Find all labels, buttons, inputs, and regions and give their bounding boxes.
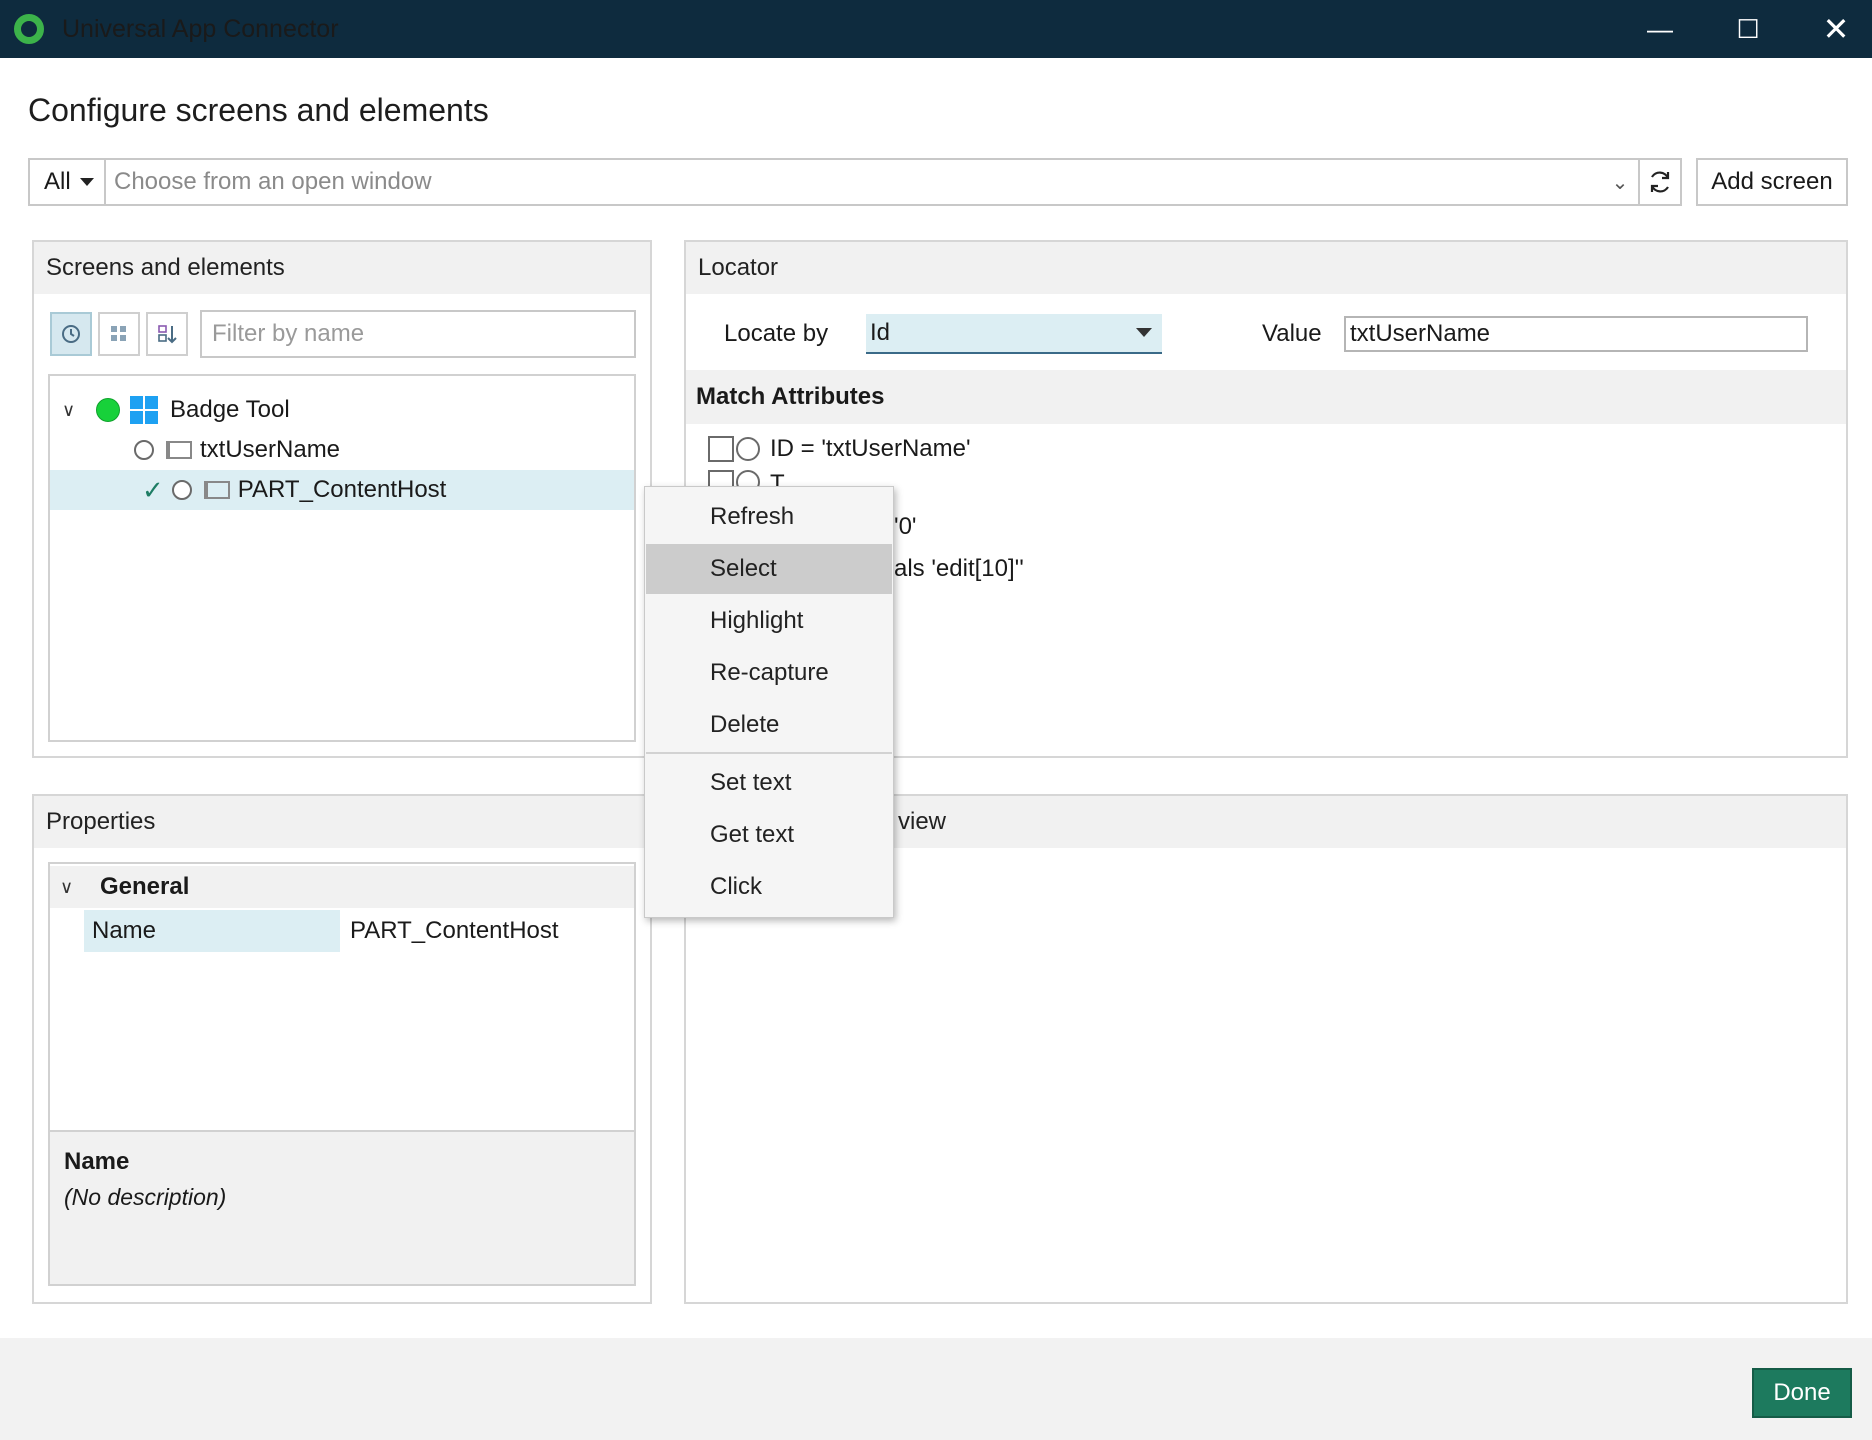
caret-down-icon [79, 178, 94, 186]
category-label: General [100, 873, 190, 900]
tree-item-label: PART_ContentHost [237, 476, 447, 503]
menu-item-highlight[interactable]: Highlight [646, 596, 892, 646]
description-title: Name [64, 1148, 130, 1175]
element-icon [166, 441, 192, 459]
app-logo-icon [14, 14, 44, 44]
screens-elements-header: Screens and elements [34, 242, 650, 294]
chevron-down-icon[interactable]: ∨ [60, 877, 84, 898]
close-button[interactable]: ✕ [1792, 0, 1872, 58]
value-input[interactable]: txtUserName [1344, 316, 1808, 352]
properties-header: Properties [34, 796, 650, 848]
value-label: Value [1262, 320, 1322, 347]
chevron-down-icon[interactable]: ⌄ [1604, 166, 1636, 198]
menu-item-delete[interactable]: Delete [646, 700, 892, 750]
radio-icon[interactable] [736, 437, 760, 461]
tree-item-part-contenthost[interactable]: ✓ PART_ContentHost [50, 470, 634, 510]
menu-item-recapture[interactable]: Re-capture [646, 648, 892, 698]
sort-az-icon [158, 325, 177, 344]
category-general[interactable]: ∨ General [50, 866, 634, 908]
attribute-label: als 'edit[10]'' [894, 555, 1024, 582]
filter-by-name-input[interactable]: Filter by name [200, 310, 636, 358]
menu-item-get-text[interactable]: Get text [646, 810, 892, 860]
sort-button[interactable] [146, 312, 188, 356]
attribute-row[interactable]: ID = 'txtUserName' [708, 432, 1028, 466]
group-view-button[interactable] [98, 312, 140, 356]
tree-item-txtusername[interactable]: txtUserName [50, 430, 634, 470]
locate-by-label: Locate by [724, 320, 829, 347]
property-name-label: Name [84, 910, 340, 952]
window-title: Universal App Connector [62, 15, 339, 43]
match-attributes-header: Match Attributes [686, 370, 1846, 424]
tree-item-label: Badge Tool [170, 396, 290, 423]
maximize-button[interactable]: ☐ [1704, 0, 1792, 58]
refresh-windows-button[interactable] [1640, 158, 1682, 206]
locator-header: Locator [686, 242, 1846, 294]
element-icon [203, 481, 230, 499]
scope-dropdown-value: All [44, 168, 71, 195]
scope-dropdown[interactable]: All [28, 158, 104, 206]
tree-item-label: txtUserName [200, 436, 341, 463]
minimize-button[interactable]: — [1616, 0, 1704, 58]
checkbox[interactable] [708, 436, 734, 462]
add-screen-button[interactable]: Add screen [1696, 158, 1848, 206]
menu-item-select[interactable]: Select [646, 544, 892, 594]
attribute-label: ID = 'txtUserName' [770, 435, 971, 462]
status-dot-icon [96, 398, 120, 422]
locate-by-dropdown[interactable]: Id [866, 314, 1162, 354]
preview-header-label: view [898, 808, 947, 835]
radio-icon[interactable] [134, 440, 154, 460]
menu-item-click[interactable]: Click [646, 862, 892, 912]
menu-separator [646, 752, 892, 754]
attribute-row-partial[interactable]: als 'edit[10]'' [894, 552, 1094, 586]
menu-item-set-text[interactable]: Set text [646, 758, 892, 808]
radio-icon[interactable] [171, 480, 192, 500]
description-text: (No description) [64, 1184, 227, 1210]
done-button[interactable]: Done [1752, 1368, 1852, 1418]
grid-icon [111, 326, 126, 341]
caret-down-icon[interactable] [1136, 328, 1152, 337]
windows-icon [130, 396, 158, 424]
property-name-value[interactable]: PART_ContentHost [340, 910, 634, 952]
history-button[interactable] [50, 312, 92, 356]
window-chooser-combo[interactable]: Choose from an open window [104, 158, 1640, 206]
attribute-row-partial[interactable]: '0' [894, 510, 934, 544]
page-title: Configure screens and elements [28, 92, 489, 128]
refresh-icon [1650, 171, 1670, 193]
footer-bar [0, 1338, 1872, 1440]
tree-item-badge-tool[interactable]: ∨ Badge Tool [50, 390, 634, 430]
checkmark-icon: ✓ [142, 474, 164, 505]
attribute-label: '0' [894, 513, 917, 540]
chevron-down-icon[interactable]: ∨ [62, 400, 82, 421]
menu-item-refresh[interactable]: Refresh [646, 492, 892, 542]
history-icon [62, 325, 80, 343]
